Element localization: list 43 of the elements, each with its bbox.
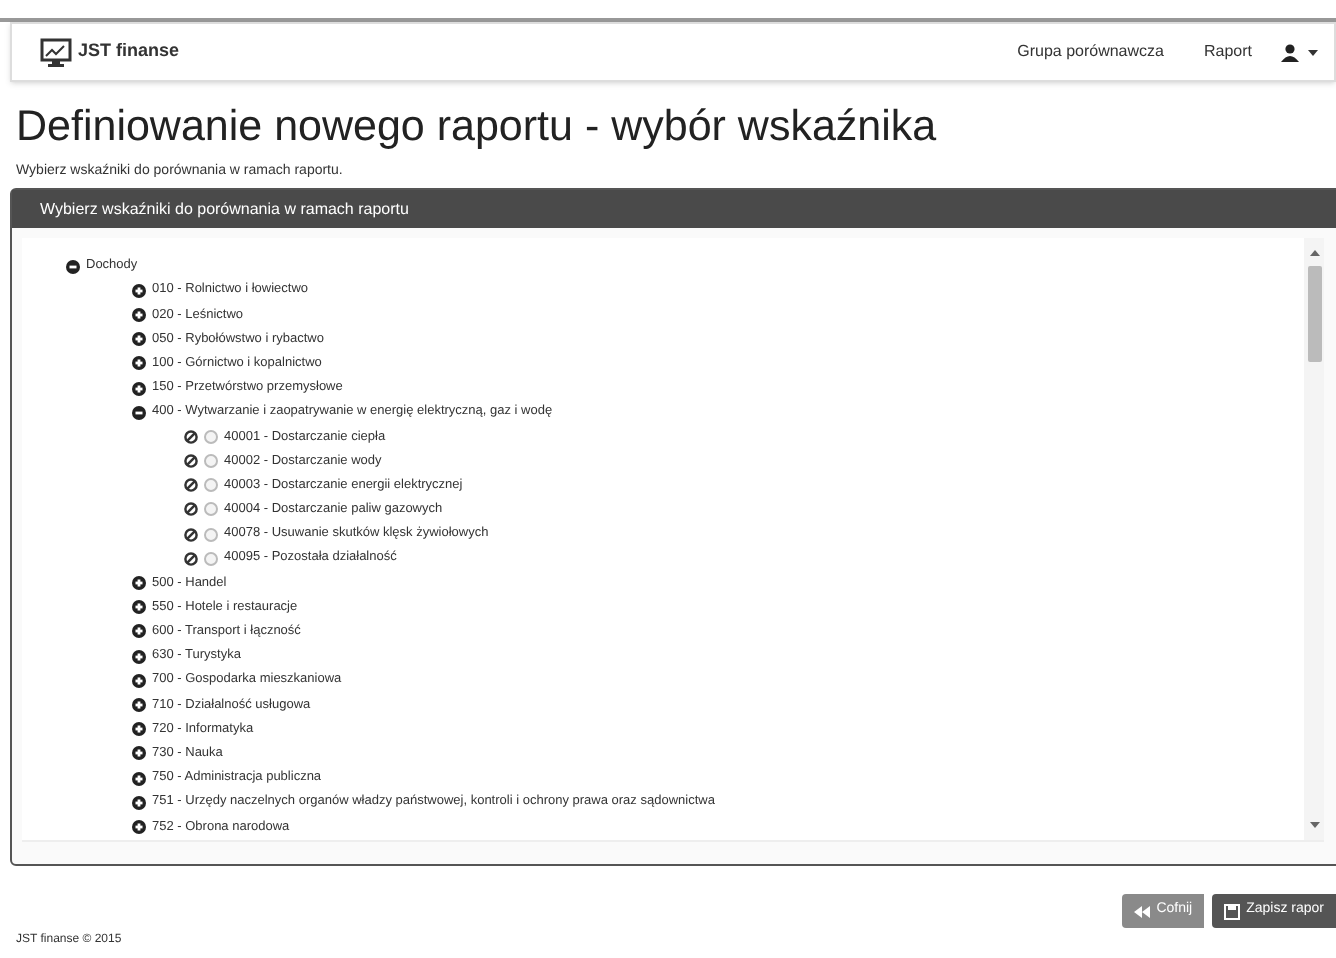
ban-icon[interactable] <box>184 429 198 444</box>
panel-heading: Wybierz wskaźniki do porównania w ramach raportu <box>12 190 1336 228</box>
radio-button[interactable] <box>204 502 218 517</box>
ban-icon[interactable] <box>184 527 198 542</box>
ban-icon[interactable] <box>184 551 198 566</box>
nav-link[interactable]: Raport <box>1203 40 1252 64</box>
expand-icon[interactable] <box>132 795 146 810</box>
expand-icon[interactable] <box>132 649 146 664</box>
expand-icon[interactable] <box>132 283 146 298</box>
page-title: Definiowanie nowego raportu - wybór wskaźnika <box>16 100 939 154</box>
radio-button[interactable] <box>204 551 218 566</box>
monitor-chart-icon <box>40 37 72 67</box>
expand-icon[interactable] <box>132 697 146 712</box>
expand-icon[interactable] <box>132 771 146 786</box>
scroll-down-icon[interactable] <box>1309 822 1319 828</box>
radio-button[interactable] <box>204 527 218 542</box>
expand-icon[interactable] <box>132 600 146 615</box>
expand-icon[interactable] <box>132 381 146 396</box>
ban-icon[interactable] <box>184 454 198 469</box>
radio-button[interactable] <box>204 454 218 469</box>
scroll-up-icon[interactable] <box>1309 250 1319 256</box>
radio-button[interactable] <box>204 478 218 493</box>
scrollbar[interactable] <box>1304 238 1324 840</box>
expand-icon[interactable] <box>132 819 146 834</box>
expand-icon[interactable] <box>132 576 146 591</box>
caret-icon[interactable] <box>1308 49 1318 55</box>
expand-icon[interactable] <box>132 307 146 322</box>
expand-icon[interactable] <box>132 746 146 761</box>
expand-icon[interactable] <box>132 722 146 737</box>
expand-icon[interactable] <box>132 356 146 371</box>
ban-icon[interactable] <box>184 502 198 517</box>
user-icon[interactable] <box>1280 43 1300 61</box>
expand-icon[interactable] <box>132 624 146 639</box>
collapse-icon[interactable] <box>132 405 146 420</box>
nav-link[interactable]: Grupa porównawcza <box>1017 40 1164 64</box>
rewind-icon <box>1134 903 1151 919</box>
collapse-icon[interactable] <box>66 259 80 274</box>
expand-icon[interactable] <box>132 332 146 347</box>
expand-icon[interactable] <box>132 673 146 688</box>
brand-name[interactable]: JST finanse <box>78 38 180 66</box>
scrollbar-thumb[interactable] <box>1307 266 1321 362</box>
radio-button[interactable] <box>204 429 218 444</box>
ban-icon[interactable] <box>184 478 198 493</box>
